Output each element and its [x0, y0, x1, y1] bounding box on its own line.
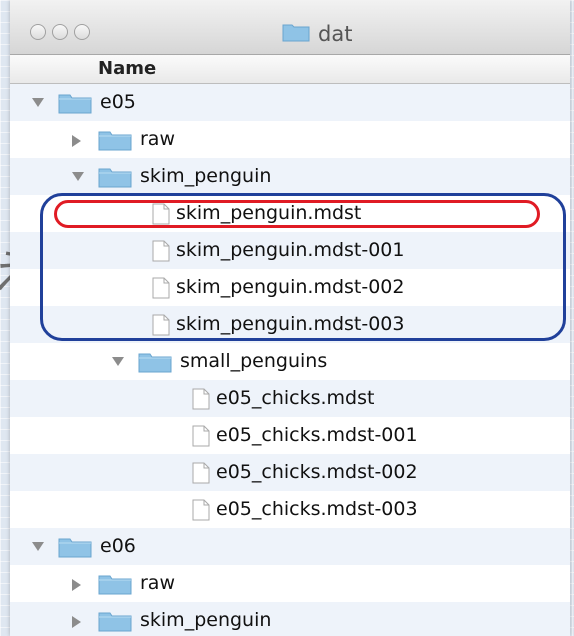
- finder-window: dat Name e05 raw skim_penguin skim_penguin.…: [10, 0, 570, 636]
- folder-row[interactable]: raw: [10, 565, 570, 602]
- disclosure-open-icon[interactable]: [72, 172, 84, 181]
- item-label: small_penguins: [180, 350, 328, 372]
- item-label: raw: [140, 572, 175, 594]
- folder-row[interactable]: e05: [10, 84, 570, 121]
- file-row[interactable]: e05_chicks.mdst-003: [10, 491, 570, 528]
- disclosure-closed-icon[interactable]: [72, 135, 81, 147]
- file-tree: e05 raw skim_penguin skim_penguin.mdst skim_…: [10, 84, 570, 636]
- item-label: e05_chicks.mdst: [216, 387, 375, 409]
- file-icon: [192, 499, 210, 525]
- window-title: dat: [282, 22, 352, 46]
- item-label: e06: [100, 535, 136, 557]
- close-button[interactable]: [30, 24, 46, 40]
- folder-icon: [98, 129, 132, 155]
- item-label: e05_chicks.mdst-003: [216, 498, 418, 520]
- file-row[interactable]: e05_chicks.mdst-002: [10, 454, 570, 491]
- item-label: e05_chicks.mdst-001: [216, 424, 418, 446]
- disclosure-open-icon[interactable]: [112, 357, 124, 366]
- name-column-label: Name: [98, 58, 157, 79]
- name-column-header[interactable]: Name: [10, 55, 570, 84]
- folder-icon: [58, 536, 92, 562]
- disclosure-closed-icon[interactable]: [72, 579, 81, 591]
- folder-row[interactable]: skim_penguin: [10, 602, 570, 636]
- window-title-text: dat: [318, 22, 353, 46]
- folder-row[interactable]: raw: [10, 121, 570, 158]
- file-icon: [192, 462, 210, 488]
- item-label: skim_penguin: [140, 165, 272, 187]
- item-label: skim_penguin: [140, 609, 272, 631]
- folder-row[interactable]: skim_penguin: [10, 158, 570, 195]
- folder-icon: [98, 573, 132, 599]
- folder-row[interactable]: e06: [10, 528, 570, 565]
- disclosure-open-icon[interactable]: [32, 98, 44, 107]
- item-label: raw: [140, 128, 175, 150]
- folder-row[interactable]: small_penguins: [10, 343, 570, 380]
- folder-icon: [282, 22, 310, 46]
- file-icon: [192, 388, 210, 414]
- minimize-button[interactable]: [52, 24, 68, 40]
- disclosure-open-icon[interactable]: [32, 542, 44, 551]
- file-row[interactable]: e05_chicks.mdst-001: [10, 417, 570, 454]
- folder-icon: [98, 166, 132, 192]
- item-label: e05: [100, 91, 136, 113]
- folder-icon: [98, 610, 132, 636]
- folder-icon: [58, 92, 92, 118]
- file-row[interactable]: e05_chicks.mdst: [10, 380, 570, 417]
- red-highlight-oval: [54, 200, 540, 228]
- folder-icon: [138, 351, 172, 377]
- disclosure-closed-icon[interactable]: [72, 616, 81, 628]
- title-bar[interactable]: dat: [10, 0, 570, 55]
- zoom-button[interactable]: [74, 24, 90, 40]
- file-icon: [192, 425, 210, 451]
- item-label: e05_chicks.mdst-002: [216, 461, 418, 483]
